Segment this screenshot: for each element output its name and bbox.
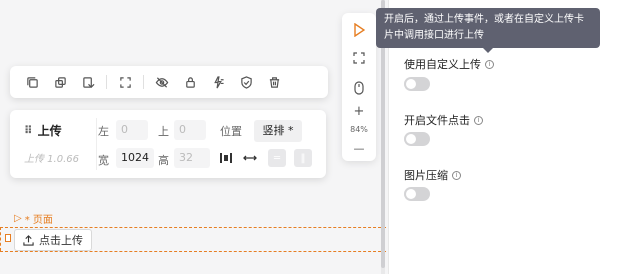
toolbar-divider [106, 75, 107, 89]
page-tag[interactable]: ▷ * 页面 [14, 211, 53, 226]
paste-icon[interactable] [74, 68, 102, 96]
upload-button[interactable]: 点击上传 [14, 229, 92, 251]
tooltip-arrow [483, 48, 493, 53]
event-icon[interactable] [204, 68, 232, 96]
left-label: 左 [98, 125, 109, 138]
width-input[interactable]: 1024 [116, 148, 154, 168]
component-toolbar [10, 66, 328, 98]
side-tool-strip: + 84% — [342, 13, 376, 161]
image-compress-toggle[interactable] [404, 187, 430, 201]
fill-height-icon[interactable]: ‖ [294, 149, 312, 167]
play-icon[interactable] [342, 21, 376, 39]
component-version: 上传 1.0.66 [24, 154, 79, 165]
top-label: 上 [158, 125, 169, 138]
duplicate-icon[interactable] [46, 68, 74, 96]
info-icon[interactable]: i [452, 170, 461, 180]
height-input[interactable]: 32 [174, 148, 210, 168]
upload-button-label: 点击上传 [39, 234, 83, 247]
properties-card: ⠿ 上传 上传 1.0.66 左 0 上 0 位置 竖排 * 宽 1024 高 … [10, 110, 326, 178]
drag-handle-icon[interactable]: ⠿ [24, 124, 33, 137]
custom-upload-toggle[interactable] [404, 77, 430, 91]
tooltip: 开启后，通过上传事件，或者在自定义上传卡片中调用接口进行上传 [376, 8, 600, 48]
fill-width-icon[interactable]: ═ [268, 149, 286, 167]
file-click-label: 开启文件点击 [404, 114, 470, 127]
fit-icon[interactable] [111, 68, 139, 96]
height-label: 高 [158, 154, 169, 167]
width-label: 宽 [98, 154, 109, 167]
component-name: 上传 [37, 124, 62, 138]
page-tag-label: * 页面 [24, 215, 53, 226]
fullscreen-icon[interactable] [342, 50, 376, 66]
top-input[interactable]: 0 [174, 120, 206, 140]
position-select[interactable]: 竖排 * [254, 120, 302, 142]
hide-icon[interactable] [148, 68, 176, 96]
file-click-toggle[interactable] [404, 132, 430, 146]
image-compress-setting: 图片压缩 i [404, 167, 461, 183]
info-icon[interactable]: i [485, 59, 494, 69]
resize-handle[interactable] [5, 234, 11, 242]
mouse-icon[interactable] [342, 79, 376, 97]
left-input[interactable]: 0 [116, 120, 148, 140]
selection-outline-top [0, 227, 386, 228]
zoom-out-button[interactable]: — [342, 141, 376, 155]
copy-icon[interactable] [18, 68, 46, 96]
lock-icon[interactable] [176, 68, 204, 96]
position-label: 位置 [220, 125, 242, 138]
component-title: ⠿ 上传 [24, 122, 62, 139]
stretch-horizontal-icon[interactable] [242, 150, 258, 166]
zoom-in-button[interactable]: + [342, 104, 376, 119]
custom-upload-setting: 使用自定义上传 i [404, 56, 494, 72]
toolbar-divider [143, 75, 144, 89]
check-icon[interactable] [232, 68, 260, 96]
editor-canvas: ⠿ 上传 上传 1.0.66 左 0 上 0 位置 竖排 * 宽 1024 高 … [0, 0, 386, 274]
selection-outline-left [0, 227, 1, 251]
upload-icon [23, 234, 34, 246]
selection-outline-bottom [0, 251, 386, 252]
zoom-level: 84% [350, 124, 368, 134]
align-center-icon[interactable] [218, 150, 234, 166]
image-compress-label: 图片压缩 [404, 169, 448, 182]
divider [96, 118, 97, 170]
custom-upload-label: 使用自定义上传 [404, 58, 481, 71]
play-icon: ▷ [14, 213, 22, 224]
info-icon[interactable]: i [474, 115, 483, 125]
file-click-setting: 开启文件点击 i [404, 112, 483, 128]
delete-icon[interactable] [260, 68, 288, 96]
